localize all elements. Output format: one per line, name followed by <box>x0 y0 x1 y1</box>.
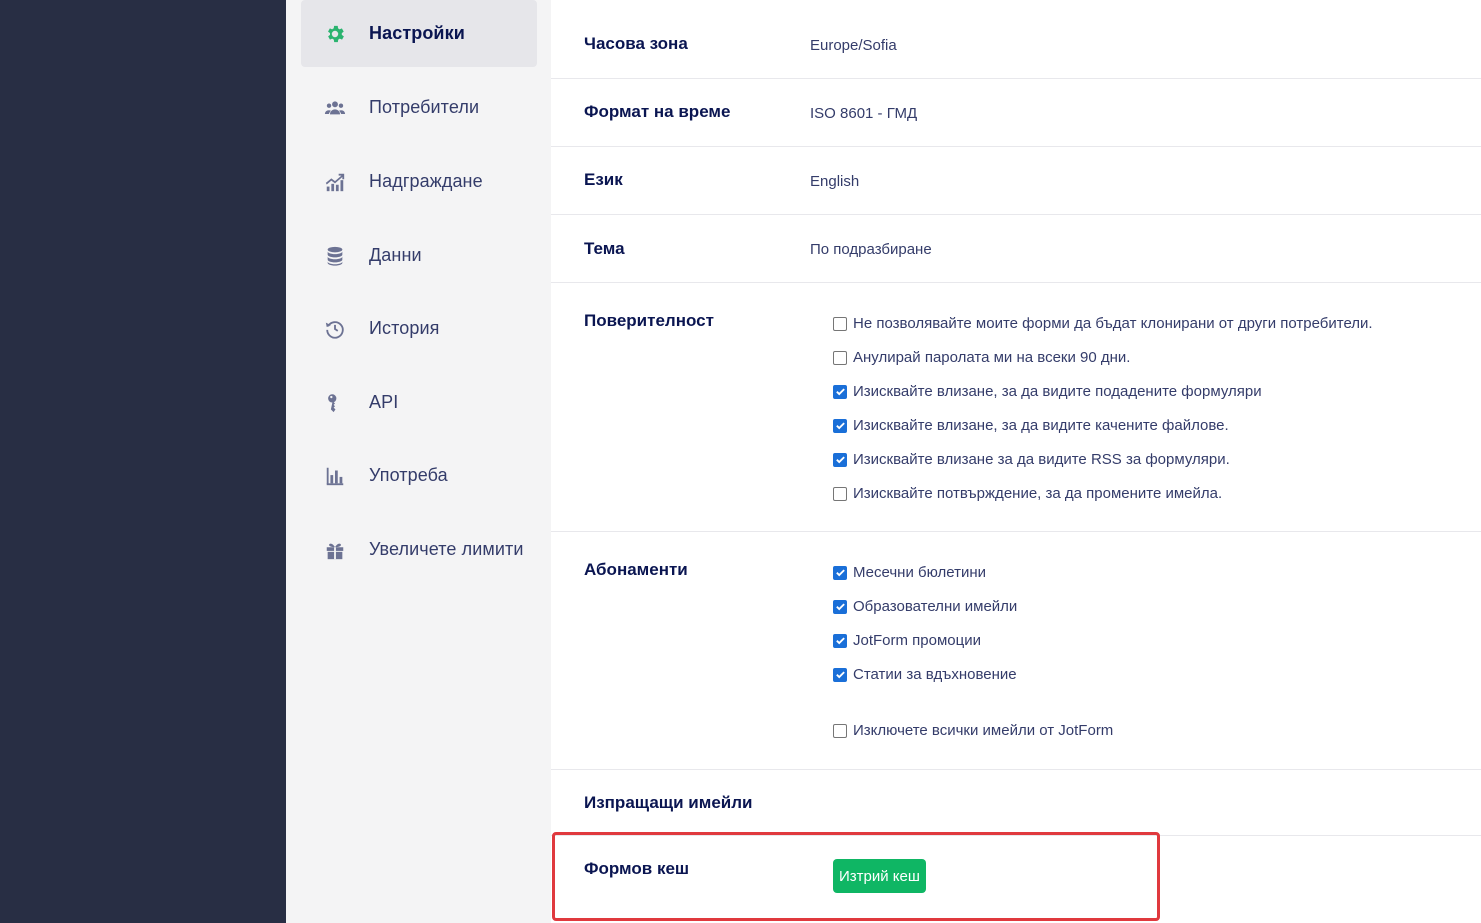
sidebar-item-label: Данни <box>369 245 422 265</box>
sidebar-item-api[interactable]: API <box>301 369 537 436</box>
subscriptions-label: Абонаменти <box>584 560 688 579</box>
subscription-option-unsubscribe-all[interactable]: Изключете всички имейли от JotForm <box>833 722 1113 739</box>
sending-emails-label: Изпращащи имейли <box>584 793 753 812</box>
sidebar-item-users[interactable]: Потребители <box>301 74 537 141</box>
history-icon <box>323 317 347 341</box>
privacy-option-password-reset[interactable]: Анулирай паролата ми на всеки 90 дни. <box>833 349 1130 366</box>
timezone-row: Часова зона Europe/Sofia <box>551 0 1481 79</box>
checkbox[interactable] <box>833 486 847 501</box>
sidebar-item-history[interactable]: История <box>301 295 537 362</box>
subscription-option-promotions[interactable]: JotForm промоции <box>833 632 981 649</box>
gear-icon <box>323 22 347 46</box>
checkbox-label: Изключете всички имейли от JotForm <box>853 722 1114 739</box>
sidebar-item-label: Потребители <box>369 97 480 117</box>
privacy-label: Поверителност <box>584 311 714 330</box>
sidebar-item-usage[interactable]: Употреба <box>301 442 537 509</box>
language-row: Език English <box>551 147 1481 215</box>
checkbox-label: Статии за вдъхновение <box>853 666 1017 683</box>
sidebar-item-data[interactable]: Данни <box>301 222 537 289</box>
privacy-option-login-submissions[interactable]: Изисквайте влизане, за да видите подаден… <box>833 383 1262 400</box>
app-left-rail <box>0 0 286 923</box>
checkbox[interactable] <box>833 633 847 648</box>
checkbox[interactable] <box>833 565 847 580</box>
users-icon <box>323 96 347 120</box>
theme-row: Тема По подразбиране <box>551 215 1481 283</box>
language-value[interactable]: English <box>810 173 859 190</box>
upgrade-chart-icon <box>323 170 347 194</box>
sidebar-item-label: Надграждане <box>369 171 483 191</box>
subscriptions-row: Абонаменти Месечни бюлетини Образователн… <box>551 532 1481 770</box>
privacy-option-login-uploads[interactable]: Изисквайте влизане, за да видите каченит… <box>833 417 1229 434</box>
checkmark-icon <box>835 671 845 679</box>
time-format-value[interactable]: ISO 8601 - ГМД <box>810 105 917 122</box>
settings-content: Часова зона Europe/Sofia Формат на време… <box>551 0 1481 923</box>
checkbox[interactable] <box>833 452 847 467</box>
theme-label: Тема <box>584 239 625 258</box>
checkbox[interactable] <box>833 316 847 331</box>
theme-value[interactable]: По подразбиране <box>810 241 932 258</box>
privacy-option-login-rss[interactable]: Изисквайте влизане за да видите RSS за ф… <box>833 451 1230 468</box>
checkmark-icon <box>835 456 845 464</box>
checkmark-icon <box>835 603 845 611</box>
checkbox[interactable] <box>833 599 847 614</box>
language-label: Език <box>584 170 623 189</box>
sidebar-item-label: Употреба <box>369 465 448 485</box>
time-format-label: Формат на време <box>584 102 731 121</box>
checkbox-label: Изисквайте влизане, за да видите подаден… <box>853 383 1262 400</box>
subscription-option-newsletter[interactable]: Месечни бюлетини <box>833 564 986 581</box>
checkbox-label: Анулирай паролата ми на всеки 90 дни. <box>853 349 1131 366</box>
sidebar-item-settings[interactable]: Настройки <box>301 0 537 67</box>
gift-icon <box>323 538 347 562</box>
timezone-value[interactable]: Europe/Sofia <box>810 37 897 54</box>
checkbox-label: Месечни бюлетини <box>853 564 987 581</box>
checkbox[interactable] <box>833 418 847 433</box>
api-key-icon <box>323 391 347 415</box>
privacy-option-email-confirm[interactable]: Изисквайте потвърждение, за да промените… <box>833 485 1222 502</box>
checkmark-icon <box>835 569 845 577</box>
checkbox-label: Изисквайте потвърждение, за да промените… <box>853 485 1223 502</box>
sidebar-item-upgrade[interactable]: Надграждане <box>301 148 537 215</box>
sidebar-item-label: Настройки <box>369 23 465 43</box>
checkmark-icon <box>835 637 845 645</box>
subscription-option-educational[interactable]: Образователни имейли <box>833 598 1017 615</box>
subscription-option-inspiration[interactable]: Статии за вдъхновение <box>833 666 1017 683</box>
privacy-option-no-clone[interactable]: Не позволявайте моите форми да бъдат кло… <box>833 315 1373 332</box>
checkbox[interactable] <box>833 667 847 682</box>
sending-emails-row: Изпращащи имейли <box>551 770 1481 836</box>
checkbox-label: JotForm промоции <box>853 632 981 649</box>
privacy-row: Поверителност Не позволявайте моите форм… <box>551 283 1481 532</box>
checkbox-label: Не позволявайте моите форми да бъдат кло… <box>853 315 1373 332</box>
database-icon <box>323 244 347 268</box>
checkmark-icon <box>835 388 845 396</box>
timezone-label: Часова зона <box>584 34 688 53</box>
sidebar-item-label: История <box>369 318 440 338</box>
highlight-annotation <box>552 832 1160 921</box>
sidebar-item-label: Увеличете лимити <box>369 539 524 559</box>
checkmark-icon <box>835 422 845 430</box>
checkbox[interactable] <box>833 350 847 365</box>
checkbox-label: Изисквайте влизане за да видите RSS за ф… <box>853 451 1230 468</box>
bar-chart-icon <box>323 464 347 488</box>
checkbox-label: Изисквайте влизане, за да видите каченит… <box>853 417 1229 434</box>
checkbox[interactable] <box>833 384 847 399</box>
sidebar-item-increase-limits[interactable]: Увеличете лимити <box>301 516 537 583</box>
checkbox-label: Образователни имейли <box>853 598 1018 615</box>
time-format-row: Формат на време ISO 8601 - ГМД <box>551 79 1481 147</box>
settings-sidebar: Настройки Потребители Надграждане Данни … <box>286 0 551 923</box>
checkbox[interactable] <box>833 723 847 738</box>
sidebar-item-label: API <box>369 392 399 412</box>
